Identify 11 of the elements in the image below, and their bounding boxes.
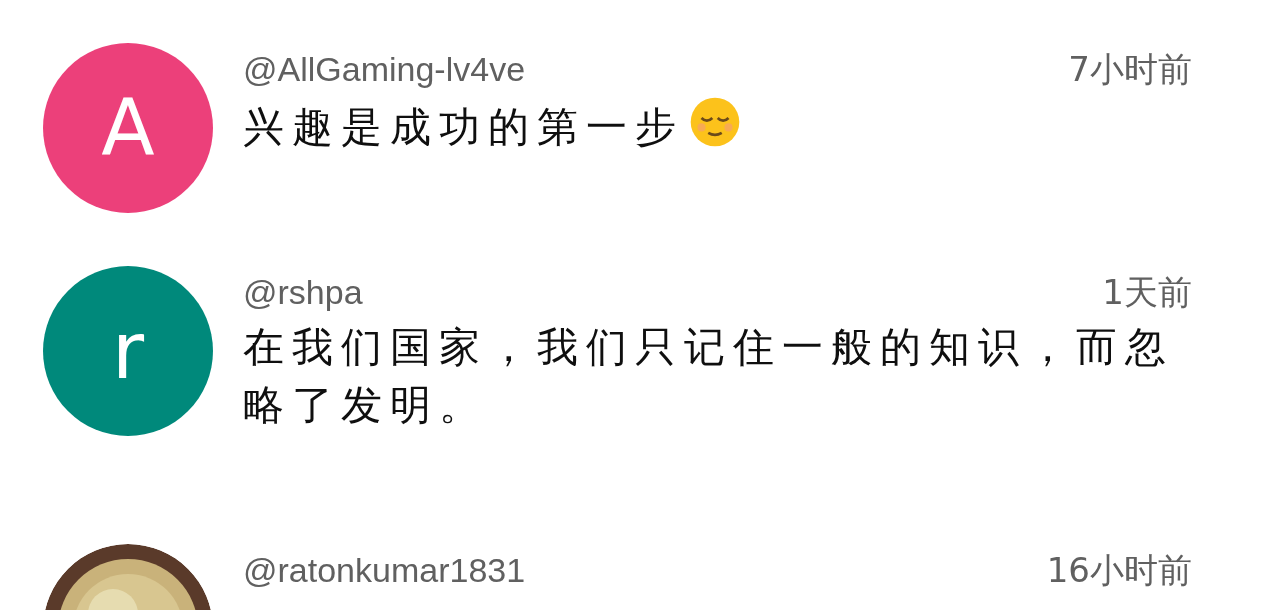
username[interactable]: @ratonkumar1831 — [243, 544, 526, 596]
avatar[interactable]: A — [43, 43, 213, 213]
username[interactable]: @rshpa — [243, 266, 363, 318]
relieved-face-icon — [688, 95, 742, 149]
avatar[interactable]: r — [43, 266, 213, 436]
username[interactable]: @AllGaming-lv4ve — [243, 43, 526, 95]
timestamp: 16小时前 — [1046, 548, 1192, 592]
comment-text: 兴趣是成功的第一步 — [243, 103, 684, 151]
timestamp: 1天前 — [1102, 270, 1192, 314]
timestamp: 7小时前 — [1068, 47, 1192, 91]
comment-text: 在我们国家，我们只记住一般的知识，而忽略了发明。 — [243, 323, 1174, 429]
